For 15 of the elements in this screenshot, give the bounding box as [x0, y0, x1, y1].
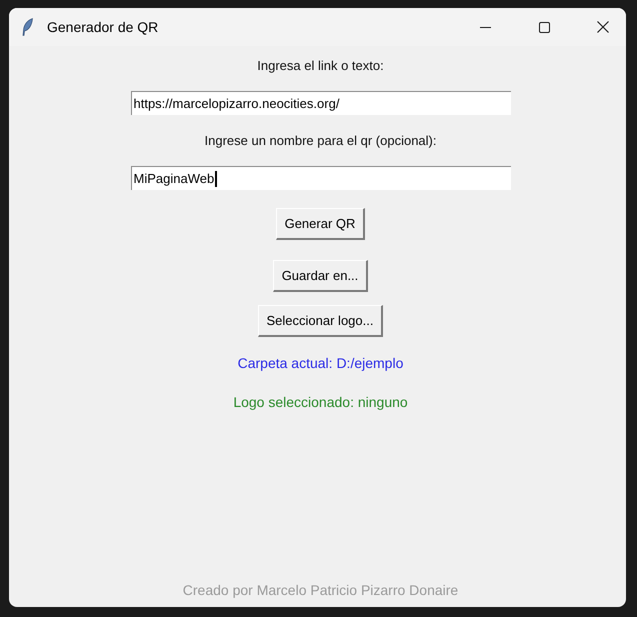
field-label: Ingresa el link o texto:: [257, 57, 384, 75]
close-icon: [597, 21, 609, 33]
feather-icon: [22, 18, 33, 36]
current-folder-text: Carpeta actual: D:/ejemplo: [238, 354, 404, 372]
footer-credit: Creado por Marcelo Patricio Pizarro Donaire: [182, 581, 458, 599]
link-text-field[interactable]: https://marcelopizarro.neocities.org/: [130, 91, 510, 115]
window-title: Generador de QR: [47, 18, 158, 36]
selected-logo-text: Logo seleccionado: ninguno: [233, 393, 408, 411]
minimize-icon: [480, 26, 490, 28]
select-logo-button[interactable]: Seleccionar logo...: [258, 305, 384, 337]
maximize-icon: [538, 22, 550, 32]
generate-qr-button[interactable]: Generar QR: [276, 208, 366, 240]
save-to-button[interactable]: Guardar en...: [272, 260, 368, 292]
field-label: Ingrese un nombre para el qr (opcional):: [204, 132, 436, 150]
name-field[interactable]: MiPaginaWeb: [130, 166, 510, 190]
